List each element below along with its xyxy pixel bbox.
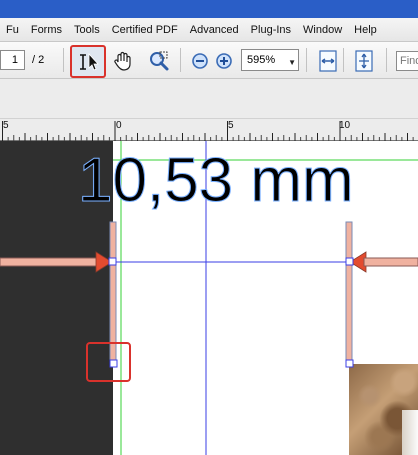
anchor-handle[interactable] (345, 359, 354, 368)
left-dimension-arrow (0, 251, 113, 273)
measurement-label: 10,53 mm (78, 146, 355, 216)
measurement-overlay (0, 141, 418, 455)
anchor-handle[interactable] (345, 257, 354, 266)
highlight-box (86, 342, 131, 382)
anchor-handle[interactable] (109, 359, 118, 368)
right-dimension-arrow (349, 251, 418, 273)
anchor-handle[interactable] (108, 257, 117, 266)
right-extension-line (345, 221, 353, 365)
